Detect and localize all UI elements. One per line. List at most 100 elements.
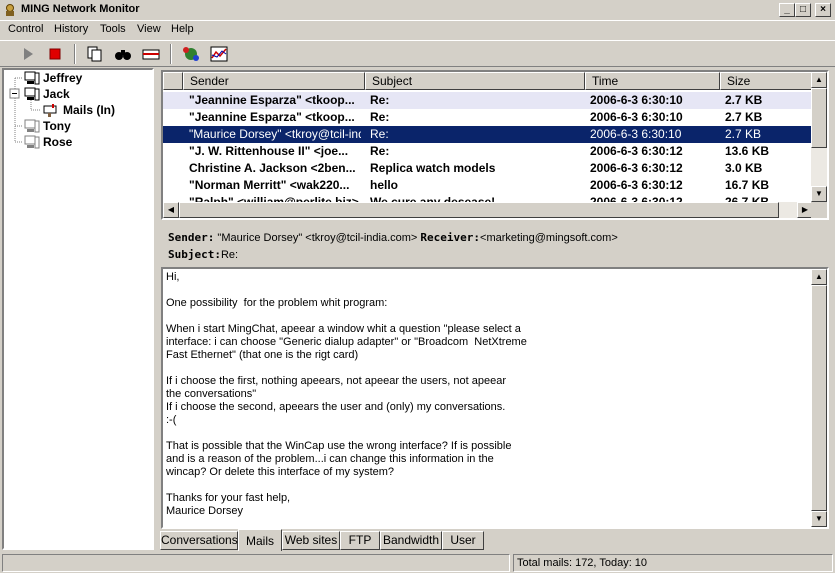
network-icon[interactable] (180, 44, 202, 64)
cell-time: 2006-6-3 6:30:10 (590, 110, 683, 124)
cell-sender: "J. W. Rittenhouse II" <joe... (189, 144, 349, 158)
tab-bandwidth[interactable]: Bandwidth (380, 531, 442, 550)
tree-item-rose[interactable]: Rose (43, 135, 72, 149)
scroll-thumb[interactable] (811, 285, 827, 511)
copy-icon[interactable] (84, 44, 106, 64)
menu-history[interactable]: History (54, 23, 88, 35)
mailbox-icon (43, 104, 57, 117)
cell-sender: "Jeannine Esparza" <tkoop... (189, 93, 355, 107)
table-row[interactable]: "Norman Merritt" <wak220... hello 2006-6… (163, 177, 813, 194)
computer-icon (24, 135, 40, 149)
cell-subject: Re: (370, 110, 390, 124)
computer-icon (24, 71, 40, 85)
cell-subject: hello (370, 178, 399, 192)
column-header-size[interactable]: Size (720, 72, 813, 90)
column-header-time[interactable]: Time (585, 72, 720, 90)
binoculars-icon[interactable] (112, 44, 134, 64)
tab-user[interactable]: User (442, 531, 484, 550)
cell-time: 2006-6-3 6:30:10 (590, 127, 682, 141)
cell-subject: Replica watch models (370, 161, 496, 175)
cell-sender: "Norman Merritt" <wak220... (189, 178, 350, 192)
cell-time: 2006-6-3 6:30:12 (590, 144, 683, 158)
cell-size: 2.7 KB (725, 93, 763, 107)
cell-size: 13.6 KB (725, 144, 770, 158)
sender-value: "Maurice Dorsey" <tkroy@tcil-india.com> (217, 232, 418, 244)
scroll-down-icon[interactable]: ▼ (811, 186, 827, 202)
tab-conversations[interactable]: Conversations (160, 531, 238, 550)
scroll-up-icon[interactable]: ▲ (811, 269, 827, 285)
play-icon[interactable] (17, 44, 39, 64)
cell-sender: "Jeannine Esparza" <tkoop... (189, 110, 355, 124)
message-body[interactable]: Hi, One possibility for the problem whit… (161, 267, 829, 529)
menu-control[interactable]: Control (8, 23, 43, 35)
tab-mails[interactable]: Mails (238, 529, 282, 551)
table-row[interactable]: Christine A. Jackson <2ben... Replica wa… (163, 160, 813, 177)
list-header: Sender Subject Time Size (163, 72, 813, 90)
tree-item-mails-in[interactable]: Mails (In) (63, 103, 115, 117)
cell-sender: Christine A. Jackson <2ben... (189, 161, 356, 175)
user-tree: Jeffrey Jack Mails (In) Tony Rose (2, 68, 154, 550)
cell-size: 3.0 KB (725, 161, 763, 175)
status-bar: Total mails: 172, Today: 10 (0, 553, 835, 573)
mail-list-vertical-scrollbar[interactable]: ▲ ▼ (811, 72, 827, 202)
title-bar: MING Network Monitor _ □ × (0, 0, 835, 21)
column-header-blank[interactable] (163, 72, 183, 90)
computer-icon (24, 87, 40, 101)
column-header-sender[interactable]: Sender (183, 72, 365, 90)
cell-subject: Re: (370, 127, 389, 141)
scroll-thumb[interactable] (811, 88, 827, 148)
computer-icon (24, 119, 40, 133)
receiver-label: Receiver: (420, 231, 481, 244)
tree-item-jack[interactable]: Jack (43, 87, 70, 101)
chart-icon[interactable] (208, 44, 230, 64)
table-row[interactable]: "Jeannine Esparza" <tkoop... Re: 2006-6-… (163, 92, 813, 109)
mail-list-horizontal-scrollbar[interactable]: ◀ ▶ (163, 202, 813, 218)
cell-time: 2006-6-3 6:30:12 (590, 178, 683, 192)
subject-line: Subject:Re: (168, 248, 238, 261)
table-row[interactable]: "J. W. Rittenhouse II" <joe... Re: 2006-… (163, 143, 813, 160)
table-row-selected[interactable]: "Maurice Dorsey" <tkroy@tcil-indi... Re:… (163, 126, 813, 143)
toolbar (0, 40, 835, 67)
card-icon[interactable] (140, 44, 162, 64)
cell-size: 16.7 KB (725, 178, 770, 192)
tab-ftp[interactable]: FTP (340, 531, 380, 550)
status-panel-left (2, 554, 510, 572)
cell-sender: "Maurice Dorsey" <tkroy@tcil-indi... (189, 127, 361, 141)
close-button[interactable]: × (815, 3, 831, 17)
tab-web-sites[interactable]: Web sites (282, 531, 340, 550)
subject-label: Subject: (168, 248, 221, 261)
cell-subject: Re: (370, 93, 390, 107)
cell-time: 2006-6-3 6:30:12 (590, 161, 683, 175)
cell-size: 2.7 KB (725, 127, 762, 141)
sender-label: Sender: (168, 231, 215, 244)
scroll-thumb[interactable] (179, 202, 779, 218)
window-title: MING Network Monitor (21, 3, 140, 15)
sender-line: Sender: "Maurice Dorsey" <tkroy@tcil-ind… (168, 231, 618, 244)
cell-subject: Re: (370, 144, 390, 158)
toolbar-separator (170, 44, 172, 64)
stop-icon[interactable] (44, 44, 66, 64)
menu-view[interactable]: View (137, 23, 161, 35)
scroll-down-icon[interactable]: ▼ (811, 511, 827, 527)
toolbar-separator (74, 44, 76, 64)
subject-value: Re: (220, 249, 239, 261)
cell-size: 2.7 KB (725, 110, 763, 124)
status-mail-count: Total mails: 172, Today: 10 (513, 554, 833, 572)
menu-tools[interactable]: Tools (100, 23, 126, 35)
message-text[interactable]: Hi, One possibility for the problem whit… (166, 271, 806, 518)
scroll-corner (811, 202, 827, 218)
scroll-up-icon[interactable]: ▲ (811, 72, 827, 88)
menu-bar: Control History Tools View Help (0, 21, 835, 39)
maximize-button[interactable]: □ (795, 3, 811, 17)
tree-item-jeffrey[interactable]: Jeffrey (43, 71, 82, 85)
table-row[interactable]: "Jeannine Esparza" <tkoop... Re: 2006-6-… (163, 109, 813, 126)
column-header-subject[interactable]: Subject (365, 72, 585, 90)
scroll-left-icon[interactable]: ◀ (163, 202, 179, 218)
body-vertical-scrollbar[interactable]: ▲ ▼ (811, 269, 827, 527)
mail-list: Sender Subject Time Size "Jeannine Espar… (161, 70, 829, 220)
app-icon (6, 4, 14, 16)
receiver-value: <marketing@mingsoft.com> (480, 232, 618, 244)
minimize-button[interactable]: _ (779, 3, 795, 17)
tree-item-tony[interactable]: Tony (43, 119, 71, 133)
menu-help[interactable]: Help (171, 23, 194, 35)
